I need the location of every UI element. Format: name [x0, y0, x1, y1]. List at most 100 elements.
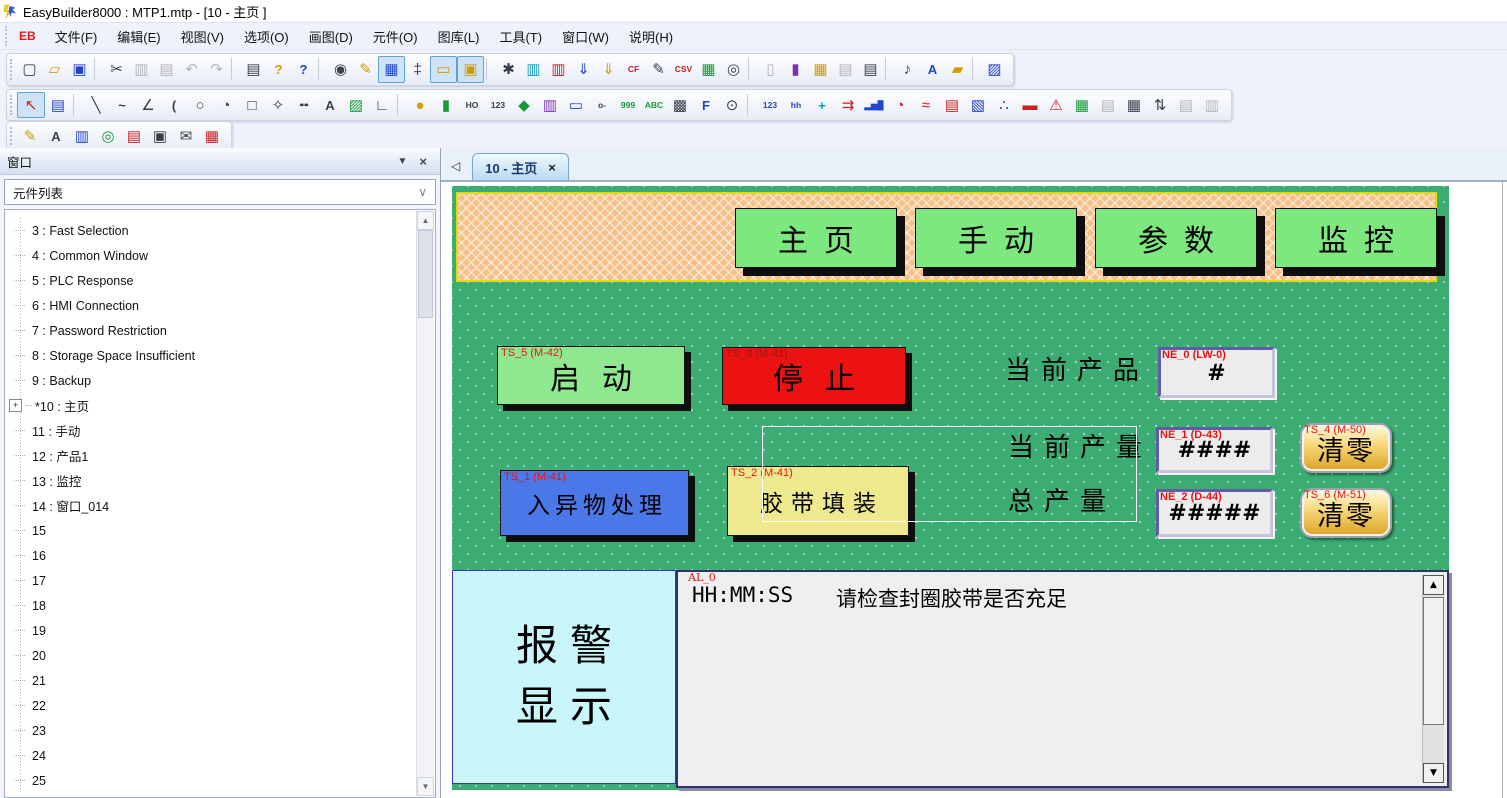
offline-simulation-icon[interactable]: ▥ — [546, 57, 571, 82]
numeric-display-current-output[interactable]: NE_1 (D-43) #### — [1156, 427, 1273, 473]
tree-item[interactable]: + 16 — [5, 543, 417, 568]
menu-item[interactable]: 画图(D) — [299, 24, 363, 49]
grid-icon[interactable]: ▦ — [378, 56, 405, 83]
font-manager-icon[interactable]: A — [43, 124, 69, 148]
set-bit-icon[interactable]: HO — [459, 93, 485, 117]
scale-icon[interactable]: ╍ — [291, 93, 317, 117]
paste-icon[interactable]: ▤ — [154, 57, 179, 82]
slider-icon[interactable]: o- — [589, 93, 615, 117]
tree-item[interactable]: + 6 : HMI Connection — [5, 293, 417, 318]
scheduler-icon[interactable]: ▦ — [1121, 93, 1147, 117]
compile-icon[interactable]: ✎ — [646, 57, 671, 82]
select-pointer-icon[interactable]: ↖ — [17, 92, 45, 118]
tree-item[interactable]: + 21 — [5, 668, 417, 693]
bar-graph-icon[interactable]: ▂▅█ — [861, 93, 887, 117]
scatter-chart-icon[interactable]: ∴ — [991, 93, 1017, 117]
panel-close-icon[interactable]: × — [413, 154, 433, 169]
clock-icon[interactable]: ⊙ — [719, 93, 745, 117]
object-properties-icon[interactable]: ▤ — [45, 93, 71, 117]
tab-scroll-left-icon[interactable]: ◁ — [451, 159, 460, 173]
move-shape-icon[interactable]: + — [809, 93, 835, 117]
arc-icon[interactable]: ( — [161, 93, 187, 117]
rectangle-icon[interactable]: □ — [239, 93, 265, 117]
download-icon[interactable]: ⇓ — [571, 57, 596, 82]
qr-code-icon[interactable]: ▩ — [667, 93, 693, 117]
tree-item[interactable]: + 24 — [5, 743, 417, 768]
tree-item[interactable]: + 12 : 产品1 — [5, 443, 417, 468]
shape-library-icon[interactable]: ▦ — [808, 57, 833, 82]
tree-item[interactable]: + 17 — [5, 568, 417, 593]
meter-display-icon[interactable]: ◔ — [887, 93, 913, 117]
scroll-down-icon[interactable]: ▼ — [417, 777, 434, 796]
ascii-abc-icon[interactable]: ABC — [641, 93, 667, 117]
tab-close-icon[interactable]: × — [548, 160, 556, 175]
window-overlap-icon[interactable]: ▣ — [457, 56, 484, 83]
import-icon[interactable]: ▯ — [758, 57, 783, 82]
window-no-title-icon[interactable]: ▭ — [430, 56, 457, 83]
tree-scrollbar[interactable]: ▲ ▼ — [416, 211, 434, 796]
print-icon[interactable]: ▤ — [241, 57, 266, 82]
tree-item[interactable]: + 11 : 手动 — [5, 418, 417, 443]
numeric-display-icon[interactable]: 123 — [757, 93, 783, 117]
backup-dim-icon[interactable]: ▥ — [1199, 93, 1225, 117]
direct-window-icon[interactable]: ▭ — [563, 93, 589, 117]
tab-window-10[interactable]: 10 - 主页 × — [472, 153, 569, 180]
group-library-icon[interactable]: ▤ — [858, 57, 883, 82]
tree-item[interactable]: + 9 : Backup — [5, 368, 417, 393]
scrollbar-thumb[interactable] — [1423, 597, 1444, 725]
function-block-icon[interactable]: F — [693, 93, 719, 117]
tree-item[interactable]: + 18 — [5, 593, 417, 618]
numeric-display-total-output[interactable]: NE_2 (D-44) ##### — [1156, 489, 1273, 537]
menu-item[interactable]: 视图(V) — [171, 24, 234, 49]
tree-item[interactable]: + 23 — [5, 718, 417, 743]
nav-button-manual[interactable]: 手动 — [915, 208, 1077, 268]
menu-item[interactable]: 选项(O) — [234, 24, 299, 49]
system-parameter-icon[interactable]: ✱ — [496, 57, 521, 82]
polyline-icon[interactable]: ∠ — [135, 93, 161, 117]
tree-item[interactable]: + 7 : Password Restriction — [5, 318, 417, 343]
text-icon[interactable]: A — [317, 93, 343, 117]
help-icon[interactable]: ? — [266, 57, 291, 82]
cf-card-icon[interactable]: CF — [621, 57, 646, 82]
bezier-icon[interactable]: ~ — [109, 93, 135, 117]
tape-fill-button[interactable]: TS_2 (M-41) 胶带填装 — [727, 466, 909, 536]
group-library-dim-icon[interactable]: ▤ — [833, 57, 858, 82]
scroll-up-icon[interactable]: ▲ — [1423, 575, 1444, 595]
online-simulation-icon[interactable]: ▥ — [521, 57, 546, 82]
context-help-icon[interactable]: ? — [291, 57, 316, 82]
menu-item[interactable]: 文件(F) — [45, 24, 108, 49]
csv-icon[interactable]: CSV — [671, 57, 696, 82]
start-button[interactable]: TS_5 (M-42) 启动 — [497, 346, 685, 405]
numeric-999-icon[interactable]: 999 — [615, 93, 641, 117]
polygon-icon[interactable]: ✧ — [265, 93, 291, 117]
alarm-scrollbar[interactable]: ▲ ▼ — [1422, 575, 1444, 783]
chart-display-icon[interactable]: ▧ — [965, 93, 991, 117]
menu-item[interactable]: 窗口(W) — [552, 24, 619, 49]
printer-dim-icon[interactable]: ▤ — [1173, 93, 1199, 117]
history-table-icon[interactable]: ▤ — [939, 93, 965, 117]
save-icon[interactable]: ▣ — [67, 57, 92, 82]
draw-pen-icon[interactable]: ✎ — [353, 57, 378, 82]
address-book-icon[interactable]: ▮ — [783, 57, 808, 82]
scrollbar-thumb[interactable] — [418, 230, 433, 318]
nav-button-home[interactable]: 主页 — [735, 208, 897, 268]
numeric-display-product[interactable]: NE_0 (LW-0) # — [1158, 347, 1275, 398]
data-transfer-dim-icon[interactable]: ▤ — [1095, 93, 1121, 117]
bit-lamp-icon[interactable]: ● — [407, 93, 433, 117]
tree-item[interactable]: + 14 : 窗口_014 — [5, 493, 417, 518]
build-download-icon[interactable]: ⇓ — [596, 57, 621, 82]
tree-item[interactable]: + 15 — [5, 518, 417, 543]
schedule-icon[interactable]: ▦ — [199, 124, 225, 148]
menu-item[interactable]: 工具(T) — [489, 24, 552, 49]
alarm-bar-icon[interactable]: ▬ — [1017, 93, 1043, 117]
alarm-bell-icon[interactable]: ⚠ — [1043, 93, 1069, 117]
trend-display-icon[interactable]: ≈ — [913, 93, 939, 117]
sound-library-icon[interactable]: ♪ — [895, 57, 920, 82]
tree-item[interactable]: + 13 : 监控 — [5, 468, 417, 493]
tree-item[interactable]: + 22 — [5, 693, 417, 718]
corner-icon[interactable]: ∟ — [369, 93, 395, 117]
tree-item[interactable]: + 4 : Common Window — [5, 243, 417, 268]
tree-item[interactable]: + 19 — [5, 618, 417, 643]
tree-item[interactable]: + 8 : Storage Space Insufficient — [5, 343, 417, 368]
tree-item[interactable]: + 20 — [5, 643, 417, 668]
